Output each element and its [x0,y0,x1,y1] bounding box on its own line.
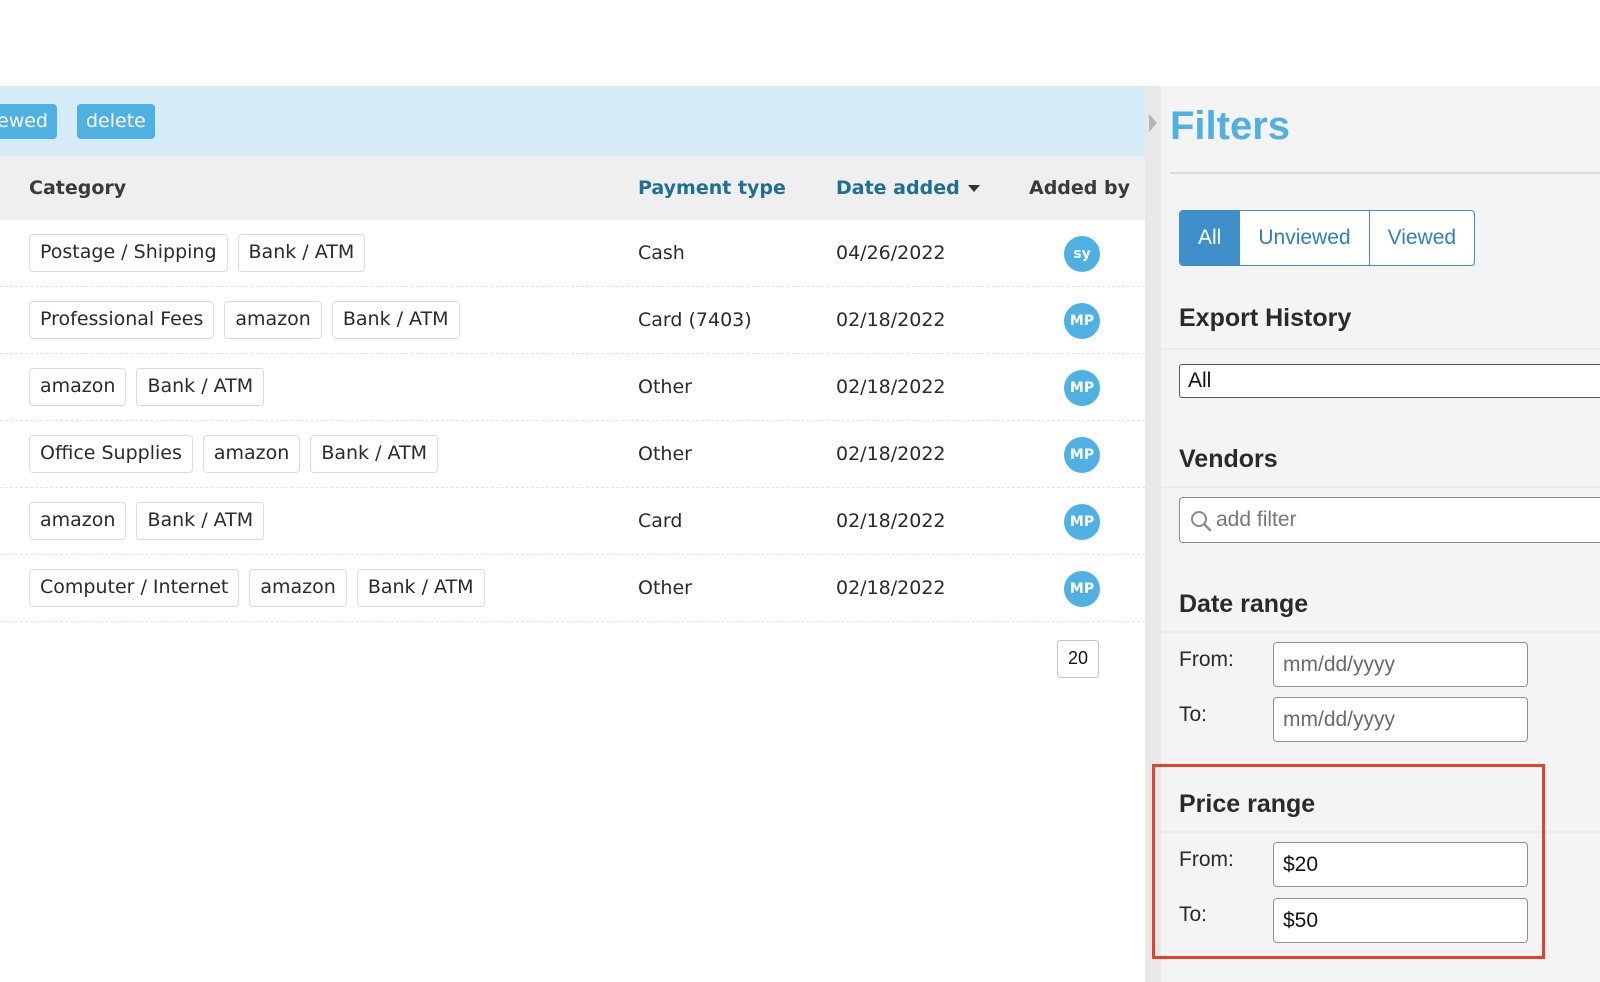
main-panel: ewed delete Category Payment type Date a… [0,86,1145,982]
category-tag[interactable]: Bank / ATM [136,502,265,540]
payment-type-cell: Cash [638,242,685,264]
avatar: MP [1064,370,1100,406]
filters-sidebar: Filters All Unviewed Viewed Export Histo… [1161,86,1600,982]
table-row[interactable]: Postage / Shipping Bank / ATM Cash 04/26/20… [0,220,1145,287]
divider [1170,172,1600,174]
avatar: sy [1064,236,1100,272]
table-row[interactable]: amazon Bank / ATM Other 02/18/2022 MP [0,354,1145,421]
date-from-label: From: [1179,648,1234,671]
avatar: MP [1064,437,1100,473]
date-from-input[interactable] [1273,642,1528,687]
category-tag[interactable]: Bank / ATM [331,301,460,339]
date-range-title: Date range [1179,590,1309,618]
divider [1161,831,1600,833]
segment-unviewed[interactable]: Unviewed [1240,211,1370,265]
table-row[interactable]: amazon Bank / ATM Card 02/18/2022 MP [0,488,1145,555]
payment-type-cell: Other [638,376,692,398]
date-added-cell: 02/18/2022 [836,510,946,532]
payment-type-cell: Other [638,443,692,465]
avatar: MP [1064,303,1100,339]
vendors-search-input[interactable] [1216,498,1596,541]
table-row[interactable]: Computer / Internet amazon Bank / ATM Other… [0,555,1145,622]
bulk-action-bar: ewed delete [0,86,1145,156]
date-added-cell: 04/26/2022 [836,242,946,264]
payment-type-cell: Card (7403) [638,309,752,331]
category-tag[interactable]: Computer / Internet [29,569,240,607]
column-header-category: Category [29,177,127,199]
table-row[interactable]: Office Supplies amazon Bank / ATM Other 02/1… [0,421,1145,488]
avatar: MP [1064,571,1100,607]
divider [1161,631,1600,633]
top-bar [0,0,1600,86]
category-tag[interactable]: Bank / ATM [310,435,439,473]
mark-viewed-button[interactable]: ewed [0,104,57,139]
category-tag[interactable]: amazon [29,502,127,540]
category-tag[interactable]: Bank / ATM [136,368,265,406]
date-added-cell: 02/18/2022 [836,577,946,599]
segment-all[interactable]: All [1180,211,1241,265]
category-tags: Office Supplies amazon Bank / ATM [29,435,439,473]
column-header-date-added[interactable]: Date added [836,156,980,220]
category-tags: Postage / Shipping Bank / ATM [29,234,366,272]
category-tag[interactable]: amazon [224,301,322,339]
vendors-search-field[interactable] [1179,497,1600,543]
page-size-selector[interactable]: 20 [1057,640,1099,678]
category-tag[interactable]: amazon [249,569,347,607]
vendors-title: Vendors [1179,445,1278,473]
category-tag[interactable]: Postage / Shipping [29,234,228,272]
payment-type-cell: Card [638,510,683,532]
category-tag[interactable]: amazon [202,435,301,473]
sort-desc-icon [967,185,980,192]
table-row[interactable]: Professional Fees amazon Bank / ATM Card (7… [0,287,1145,354]
column-header-payment-type[interactable]: Payment type [638,156,786,220]
export-history-title: Export History [1179,304,1352,332]
category-tags: Professional Fees amazon Bank / ATM [29,301,460,339]
price-range-title: Price range [1179,790,1316,818]
category-tag[interactable]: amazon [29,368,127,406]
price-to-input[interactable] [1273,898,1528,943]
search-icon [1191,511,1212,532]
date-added-cell: 02/18/2022 [836,309,946,331]
category-tags: amazon Bank / ATM [29,502,265,540]
avatar: MP [1064,504,1100,540]
category-tag[interactable]: Bank / ATM [356,569,485,607]
export-history-select[interactable]: All [1179,364,1600,398]
price-from-label: From: [1179,848,1234,871]
segment-viewed[interactable]: Viewed [1370,211,1474,265]
table-header: Category Payment type Date added Added b… [0,156,1145,220]
category-tag[interactable]: Bank / ATM [237,234,366,272]
price-to-label: To: [1179,903,1208,926]
date-to-input[interactable] [1273,697,1528,742]
category-tag[interactable]: Office Supplies [29,435,193,473]
date-to-label: To: [1179,703,1208,726]
date-added-label: Date added [836,177,960,199]
category-tags: amazon Bank / ATM [29,368,265,406]
category-tag[interactable]: Professional Fees [29,301,215,339]
view-filter-segmented-control: All Unviewed Viewed [1179,210,1476,266]
delete-button[interactable]: delete [77,104,155,139]
category-tags: Computer / Internet amazon Bank / ATM [29,569,485,607]
price-from-input[interactable] [1273,842,1528,887]
payment-type-cell: Other [638,577,692,599]
date-added-cell: 02/18/2022 [836,443,946,465]
date-added-cell: 02/18/2022 [836,376,946,398]
column-header-added-by: Added by [1029,177,1130,199]
divider [1161,348,1600,350]
collapse-arrow-icon[interactable] [1149,114,1157,132]
divider [1161,486,1600,488]
filters-title: Filters [1170,104,1291,148]
panel-splitter[interactable] [1145,86,1161,982]
